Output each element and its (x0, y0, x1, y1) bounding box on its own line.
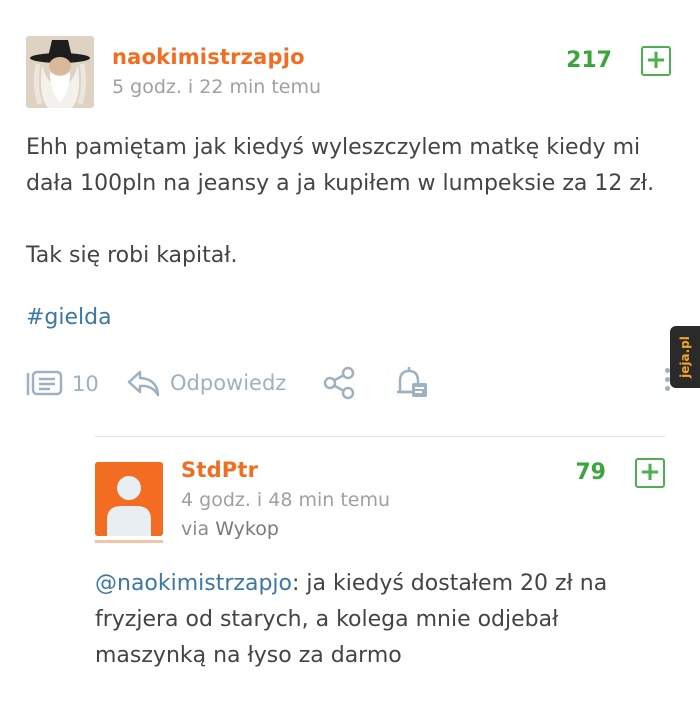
post-username[interactable]: naokimistrzapjo (112, 45, 305, 69)
reply-user-avatar[interactable] (95, 462, 163, 536)
wizard-avatar (26, 36, 94, 108)
post-body: Ehh pamiętam jak kiedyś wyleszczylem mat… (26, 130, 654, 274)
post-upvote-button[interactable]: + (641, 46, 671, 76)
reply-timestamp[interactable]: 4 godz. i 48 min temu (181, 489, 390, 511)
reply-body-line: @naokimistrzapjo: ja kiedyś dostałem 20 … (95, 566, 607, 602)
comments-button[interactable]: 10 (24, 369, 99, 399)
reply-button[interactable]: Odpowiedz (126, 368, 286, 398)
default-user-avatar (95, 462, 163, 536)
post-timestamp[interactable]: 5 godz. i 22 min temu (112, 76, 321, 98)
post-vote-count: 217 (566, 48, 612, 73)
reply-body: @naokimistrzapjo: ja kiedyś dostałem 20 … (95, 566, 607, 674)
post-body-line: Tak się robi kapitał. (26, 243, 238, 268)
post-body-line: Ehh pamiętam jak kiedyś wyleszczylem mat… (26, 135, 641, 160)
plus-icon: + (645, 45, 667, 75)
reply-body-line: maszynką na łyso za darmo (95, 643, 402, 668)
share-icon (323, 366, 355, 400)
via-source[interactable]: Wykop (215, 518, 279, 540)
comments-icon (26, 370, 63, 396)
reply-via: via Wykop (181, 518, 279, 540)
reply-mention[interactable]: @naokimistrzapjo (95, 571, 292, 596)
via-label: via (181, 518, 210, 540)
post-tag[interactable]: #gielda (26, 305, 112, 330)
reply-divider (95, 436, 665, 437)
avatar-underline (95, 540, 163, 543)
reply-label: Odpowiedz (170, 371, 287, 395)
plus-icon: + (639, 457, 661, 487)
share-button[interactable] (322, 366, 358, 400)
reply-body-text: : ja kiedyś dostałem 20 zł na (291, 571, 608, 596)
notification-bell-icon (397, 367, 427, 397)
reply-icon (127, 370, 160, 397)
post-body-line: dała 100pln na jeansy a ja kupiłem w lum… (26, 171, 655, 196)
notification-button[interactable] (394, 366, 430, 402)
reply-body-line: fryzjera od starych, a kolega mnie odjeb… (95, 607, 559, 632)
reply-vote-count: 79 (575, 460, 606, 485)
reply-username[interactable]: StdPtr (181, 458, 258, 482)
user-avatar[interactable] (26, 36, 94, 108)
comments-count: 10 (72, 372, 99, 396)
reply-upvote-button[interactable]: + (635, 458, 665, 488)
watermark-text: jeja.pl (678, 336, 693, 378)
jeja-watermark: jeja.pl (670, 326, 700, 388)
